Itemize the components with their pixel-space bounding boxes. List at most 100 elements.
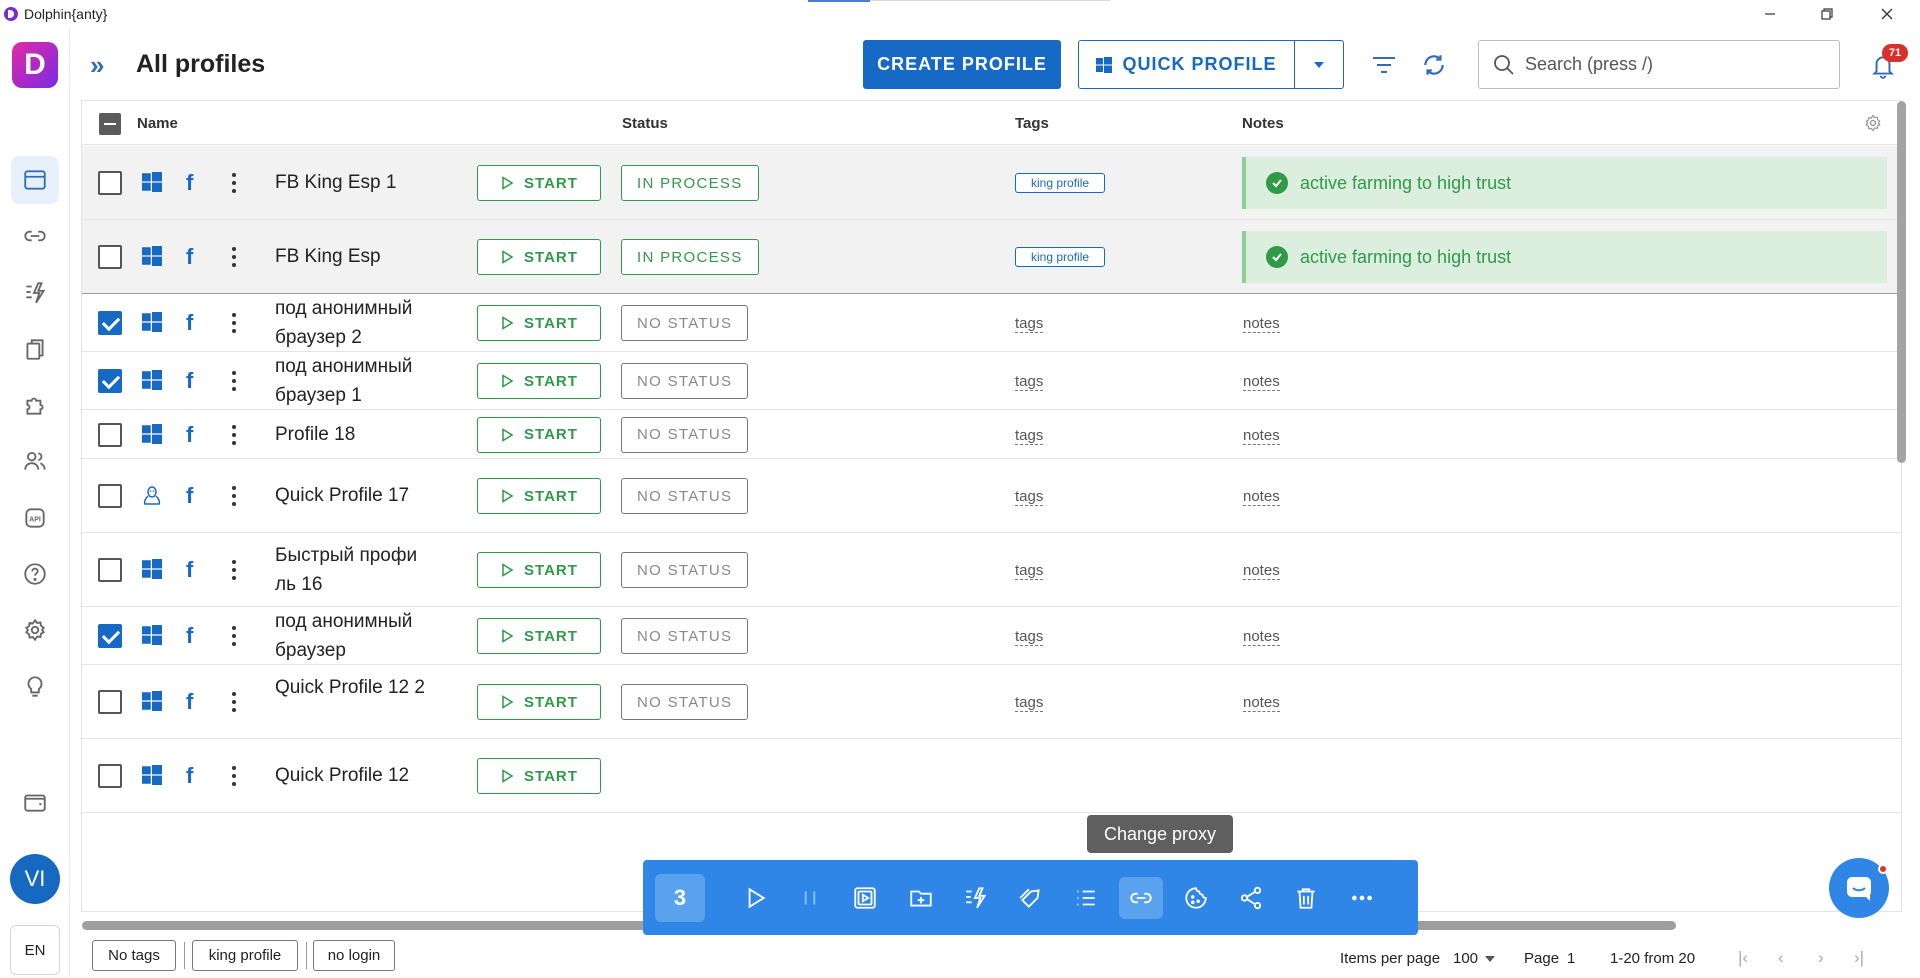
status-badge[interactable]: NO STATUS xyxy=(621,363,749,399)
bulk-tag-button[interactable] xyxy=(1009,877,1053,919)
profile-name[interactable]: Quick Profile 12 2 xyxy=(275,673,435,702)
row-checkbox[interactable] xyxy=(98,690,122,714)
row-checkbox[interactable] xyxy=(98,484,122,508)
sidebar-item-ideas[interactable] xyxy=(11,663,59,711)
tags-placeholder[interactable]: tags xyxy=(1015,373,1044,391)
bulk-cookies-button[interactable] xyxy=(1174,877,1218,919)
table-row[interactable]: f Profile 18 START NO STATUS tags notes xyxy=(82,410,1901,459)
sidebar-item-api[interactable]: API xyxy=(11,494,59,542)
bulk-delete-button[interactable] xyxy=(1284,877,1328,919)
start-button[interactable]: START xyxy=(477,478,601,514)
next-page-icon[interactable]: › xyxy=(1818,948,1824,968)
notes-placeholder[interactable]: notes xyxy=(1243,628,1280,646)
tags-placeholder[interactable]: tags xyxy=(1015,427,1044,445)
caret-down-icon[interactable] xyxy=(1485,956,1495,962)
tag-chip[interactable]: king profile xyxy=(1015,173,1106,193)
filter-chip-no-tags[interactable]: No tags xyxy=(92,940,176,971)
profile-name[interactable]: под анонимный браузер 1 xyxy=(275,352,435,410)
table-row[interactable]: f Quick Profile 12 2 START NO STATUS tags not… xyxy=(82,665,1901,739)
notes-placeholder[interactable]: notes xyxy=(1243,488,1280,506)
start-button[interactable]: START xyxy=(477,165,601,201)
profile-name[interactable]: под анонимный браузер xyxy=(275,607,435,665)
tags-placeholder[interactable]: tags xyxy=(1015,562,1044,580)
row-checkbox[interactable] xyxy=(98,558,122,582)
avatar[interactable]: VI xyxy=(10,854,60,904)
start-button[interactable]: START xyxy=(477,363,601,399)
sidebar-item-proxies[interactable] xyxy=(11,212,59,260)
row-menu-icon[interactable] xyxy=(225,763,243,789)
row-menu-icon[interactable] xyxy=(225,422,243,448)
last-page-icon[interactable]: ›| xyxy=(1854,948,1864,968)
row-checkbox[interactable] xyxy=(98,369,122,393)
table-row[interactable]: f под анонимный браузер 2 START NO STATUS ta… xyxy=(82,294,1901,352)
table-row[interactable]: f под анонимный браузер 1 START NO STATUS ta… xyxy=(82,352,1901,410)
bulk-automation-button[interactable] xyxy=(954,877,998,919)
sidebar-item-users[interactable] xyxy=(11,437,59,485)
row-checkbox[interactable] xyxy=(98,624,122,648)
start-button[interactable]: START xyxy=(477,758,601,794)
sidebar-item-settings[interactable] xyxy=(11,606,59,654)
minimize-icon[interactable] xyxy=(1747,0,1793,28)
column-tags[interactable]: Tags xyxy=(1015,115,1049,132)
bulk-more-button[interactable] xyxy=(1340,877,1384,919)
notes-placeholder[interactable]: notes xyxy=(1243,562,1280,580)
column-settings-button[interactable] xyxy=(1863,113,1883,137)
sidebar-item-browser-profiles[interactable] xyxy=(11,156,59,204)
sidebar-item-help[interactable] xyxy=(11,550,59,598)
start-button[interactable]: START xyxy=(477,552,601,588)
column-notes[interactable]: Notes xyxy=(1242,115,1284,132)
table-row[interactable]: f FB King Esp START IN PROCESS king profile a… xyxy=(82,220,1901,294)
create-profile-button[interactable]: CREATE PROFILE xyxy=(863,40,1061,89)
status-badge[interactable]: NO STATUS xyxy=(621,416,749,453)
first-page-icon[interactable]: |‹ xyxy=(1738,948,1748,968)
row-menu-icon[interactable] xyxy=(225,310,243,336)
bulk-screenshot-button[interactable] xyxy=(843,877,887,919)
profile-name[interactable]: Profile 18 xyxy=(275,420,435,449)
status-badge[interactable]: NO STATUS xyxy=(621,478,749,514)
search-input[interactable] xyxy=(1525,54,1805,75)
row-menu-icon[interactable] xyxy=(225,689,243,715)
row-menu-icon[interactable] xyxy=(225,483,243,509)
start-button[interactable]: START xyxy=(477,239,601,275)
status-badge[interactable]: NO STATUS xyxy=(621,305,749,341)
notes-placeholder[interactable]: notes xyxy=(1243,694,1280,712)
row-checkbox[interactable] xyxy=(98,764,122,788)
sidebar-item-bookmarks[interactable] xyxy=(11,325,59,373)
row-checkbox[interactable] xyxy=(98,245,122,269)
bulk-change-proxy-button[interactable] xyxy=(1119,877,1163,919)
column-status[interactable]: Status xyxy=(622,115,668,132)
tags-placeholder[interactable]: tags xyxy=(1015,694,1044,712)
note-box[interactable]: active farming to high trust xyxy=(1242,231,1887,283)
close-icon[interactable] xyxy=(1864,0,1910,28)
profile-name[interactable]: Быстрый профи ль 16 xyxy=(275,541,435,599)
filter-button[interactable] xyxy=(1367,48,1401,82)
items-per-page-select[interactable]: 100 xyxy=(1453,950,1478,967)
row-checkbox[interactable] xyxy=(98,311,122,335)
bulk-start-button[interactable] xyxy=(733,877,777,919)
tags-placeholder[interactable]: tags xyxy=(1015,315,1044,333)
quick-profile-dropdown[interactable] xyxy=(1295,61,1343,69)
brand-logo[interactable]: D xyxy=(12,42,58,88)
row-menu-icon[interactable] xyxy=(225,170,243,196)
status-badge[interactable]: NO STATUS xyxy=(621,684,749,720)
table-row[interactable]: f под анонимный браузер START NO STATUS tags… xyxy=(82,607,1901,665)
row-menu-icon[interactable] xyxy=(225,623,243,649)
tags-placeholder[interactable]: tags xyxy=(1015,488,1044,506)
sidebar-item-wallet[interactable] xyxy=(11,778,59,826)
start-button[interactable]: START xyxy=(477,618,601,654)
profile-name[interactable]: Quick Profile 12 xyxy=(275,761,435,790)
prev-page-icon[interactable]: ‹ xyxy=(1778,948,1784,968)
status-badge[interactable]: IN PROCESS xyxy=(621,239,759,275)
notes-placeholder[interactable]: notes xyxy=(1243,315,1280,333)
bulk-list-button[interactable] xyxy=(1064,877,1108,919)
vertical-scrollbar[interactable] xyxy=(1897,101,1906,463)
select-all-checkbox[interactable] xyxy=(99,113,121,135)
bulk-pause-button[interactable] xyxy=(788,877,832,919)
restore-icon[interactable] xyxy=(1804,0,1850,28)
tags-placeholder[interactable]: tags xyxy=(1015,628,1044,646)
status-badge[interactable]: NO STATUS xyxy=(621,618,749,654)
profile-name[interactable]: FB King Esp 1 xyxy=(275,168,435,197)
start-button[interactable]: START xyxy=(477,305,601,341)
quick-profile-button[interactable]: QUICK PROFILE xyxy=(1079,41,1295,88)
column-name[interactable]: Name xyxy=(137,115,178,132)
